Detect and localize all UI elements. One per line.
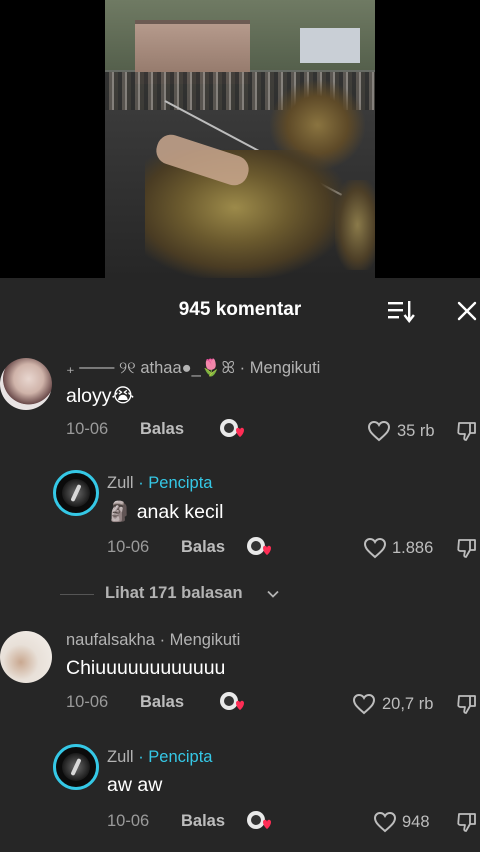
creator-tag: · Pencipta (138, 474, 213, 492)
thumbs-down-icon[interactable] (456, 537, 478, 559)
comment-username[interactable]: ₊ ─── ୨୧ athaa●_🌷ꕤ · Mengikuti (66, 358, 320, 378)
creator-avatar[interactable] (53, 744, 99, 790)
like-count: 1.886 (392, 539, 434, 557)
thumbs-down-icon[interactable] (456, 420, 478, 442)
heart-sticker-icon[interactable] (219, 418, 245, 442)
reply-date: 10-06 (107, 538, 150, 556)
avatar[interactable] (0, 631, 52, 683)
comment-text: aloyy😭 (66, 385, 135, 407)
thumbs-down-icon[interactable] (456, 693, 478, 715)
comment-date: 10-06 (66, 420, 109, 438)
reply-button[interactable]: Balas (181, 538, 225, 557)
like-count: 948 (402, 813, 430, 831)
heart-icon[interactable] (352, 693, 376, 715)
divider-line (60, 594, 94, 595)
follow-status: · Mengikuti (159, 631, 241, 649)
reply-date: 10-06 (107, 812, 150, 830)
reply-button[interactable]: Balas (181, 812, 225, 831)
username-text[interactable]: Zull (107, 474, 134, 492)
reply-button[interactable]: Balas (140, 693, 184, 712)
like-count: 35 rb (397, 422, 435, 440)
comments-header: 945 komentar (0, 278, 480, 340)
comment-username[interactable]: naufalsakha · Mengikuti (66, 631, 240, 650)
heart-sticker-icon[interactable] (246, 536, 272, 560)
reply-username[interactable]: Zull · Pencipta (107, 474, 212, 493)
video-building-far (300, 28, 360, 63)
avatar[interactable] (0, 358, 52, 410)
thumbs-down-icon[interactable] (456, 811, 478, 833)
reply-text: aw aw (107, 774, 163, 796)
heart-icon[interactable] (363, 537, 387, 559)
follow-status: · Mengikuti (239, 359, 321, 377)
like-count: 20,7 rb (382, 695, 434, 713)
creator-avatar-image (62, 753, 90, 781)
video-costume-side (335, 180, 375, 270)
view-replies-label[interactable]: Lihat 171 balasan (105, 584, 243, 603)
video-frame[interactable] (105, 0, 375, 278)
reply-button[interactable]: Balas (140, 420, 184, 439)
username-text[interactable]: Zull (107, 748, 134, 766)
view-replies-button[interactable]: Lihat 171 balasan (60, 583, 360, 605)
username-text[interactable]: ₊ ─── ୨୧ athaa●_🌷ꕤ (66, 359, 235, 377)
video-area[interactable] (0, 0, 480, 278)
comment-date: 10-06 (66, 693, 109, 711)
comments-panel: 945 komentar ₊ ─── ୨୧ athaa●_🌷ꕤ · Mengik… (0, 278, 480, 852)
reply-text: 🗿 anak kecil (107, 501, 224, 523)
close-icon[interactable] (455, 299, 479, 323)
username-text[interactable]: naufalsakha (66, 631, 155, 649)
heart-sticker-icon[interactable] (219, 691, 245, 715)
sort-icon[interactable] (386, 298, 416, 324)
heart-sticker-icon[interactable] (246, 810, 272, 834)
creator-avatar[interactable] (53, 470, 99, 516)
chevron-down-icon[interactable] (266, 587, 280, 601)
reply-username[interactable]: Zull · Pencipta (107, 748, 212, 767)
creator-avatar-image (62, 479, 90, 507)
creator-tag: · Pencipta (138, 748, 213, 766)
heart-icon[interactable] (373, 811, 397, 833)
comment-text: Chiuuuuuuuuuuuu (66, 657, 226, 679)
heart-icon[interactable] (367, 420, 391, 442)
